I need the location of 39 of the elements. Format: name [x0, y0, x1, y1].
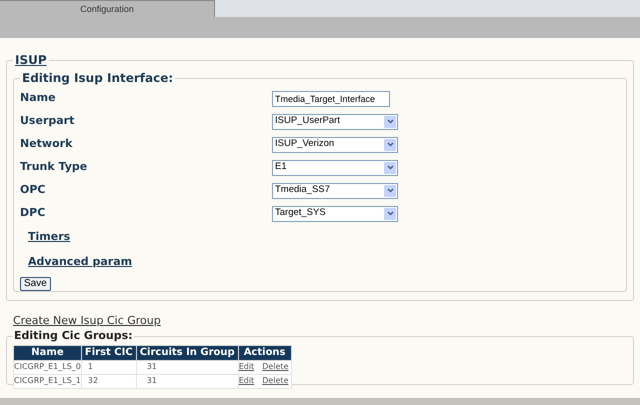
- dropdown[interactable]: E1: [272, 160, 398, 176]
- name-input[interactable]: Tmedia_Target_Interface: [272, 90, 390, 106]
- column-header: Name: [14, 345, 82, 360]
- section-link[interactable]: Advanced param: [28, 254, 132, 270]
- section-title: Editing Isup Interface:: [21, 70, 174, 87]
- table-cell: CICGRP_E1_LS_0: [14, 362, 81, 371]
- column-header: Actions: [238, 345, 291, 360]
- section-link[interactable]: Timers: [28, 229, 70, 246]
- field-label: Userpart: [20, 113, 76, 130]
- field-label: Name: [20, 90, 57, 106]
- column-header: First CIC: [81, 345, 136, 360]
- caret-icon: [384, 138, 396, 150]
- field-label: OPC: [20, 182, 46, 198]
- dropdown[interactable]: ISUP_UserPart: [272, 114, 398, 130]
- section-title[interactable]: ISUP: [13, 51, 49, 69]
- dropdown[interactable]: ISUP_Verizon: [272, 136, 398, 152]
- caret-icon: [384, 116, 396, 128]
- field-label: Trunk Type: [20, 159, 88, 176]
- caret-icon: [384, 184, 396, 196]
- table-cell: 31: [146, 362, 157, 371]
- field-label: DPC: [20, 205, 46, 222]
- table-cell: 1: [88, 362, 93, 371]
- dropdown[interactable]: Tmedia_SS7: [272, 182, 398, 198]
- caret-icon: [384, 208, 396, 220]
- table-cell: 32: [88, 376, 98, 385]
- table-cell: 31: [146, 376, 157, 385]
- dropdown[interactable]: Target_SYS: [272, 206, 398, 222]
- delete-link[interactable]: Delete: [262, 376, 288, 385]
- save-button[interactable]: Save: [20, 277, 51, 291]
- table-cell: CICGRP_E1_LS_1: [14, 376, 81, 385]
- tab[interactable]: Configuration: [0, 0, 215, 17]
- field-label: Network: [20, 136, 74, 152]
- caret-icon: [384, 162, 396, 174]
- column-header: Circuits In Group: [136, 345, 238, 360]
- create-link[interactable]: Create New Isup Cic Group: [13, 314, 161, 327]
- section-title: Editing Cic Groups:: [13, 328, 134, 344]
- delete-link[interactable]: Delete: [262, 362, 288, 371]
- edit-link[interactable]: Edit: [238, 376, 254, 385]
- edit-link[interactable]: Edit: [238, 362, 254, 371]
